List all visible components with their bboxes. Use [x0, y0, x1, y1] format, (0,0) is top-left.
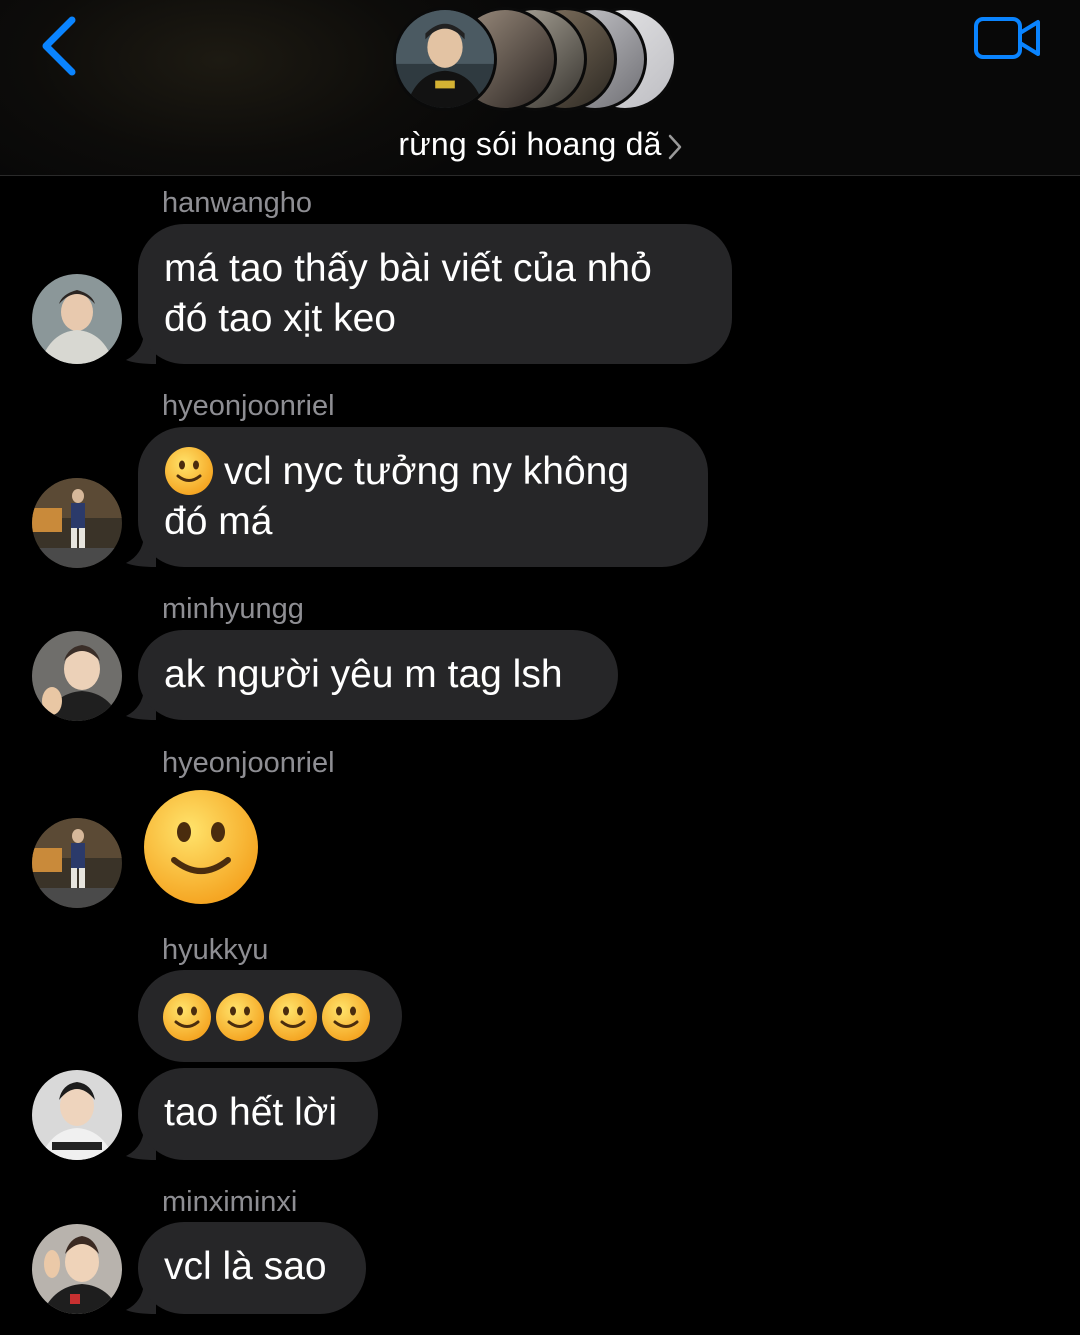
message-text: má tao thấy bài viết của nhỏ — [164, 247, 652, 290]
group-name-button[interactable]: rừng sói hoang dã — [0, 126, 1080, 163]
sender-name: hyeonjoonriel — [162, 747, 335, 779]
message-bubble[interactable]: vcl nyc tưởng ny không đó má — [138, 427, 708, 567]
member-avatar — [393, 7, 497, 111]
message-text: ak người yêu m tag lsh — [164, 653, 563, 696]
slightly-smiling-face-icon[interactable] — [142, 788, 260, 906]
avatar[interactable] — [32, 631, 122, 721]
message-text: tao hết lời — [164, 1091, 338, 1134]
slightly-smiling-face-icon — [216, 992, 264, 1041]
chat-header: rừng sói hoang dã — [0, 0, 1080, 176]
message-bubble[interactable]: vcl là sao — [138, 1222, 366, 1314]
slightly-smiling-face-icon — [163, 992, 211, 1041]
sender-name: hyukkyu — [162, 934, 269, 966]
message-text: đó tao xịt keo — [164, 297, 396, 340]
slightly-smiling-face-icon — [165, 446, 213, 495]
avatar[interactable] — [32, 274, 122, 364]
video-camera-icon[interactable] — [972, 14, 1042, 62]
message-text: vcl nyc tưởng ny không — [224, 450, 630, 493]
sender-name: hanwangho — [162, 187, 312, 219]
sender-name: hyeonjoonriel — [162, 390, 335, 422]
avatar[interactable] — [32, 818, 122, 908]
group-name: rừng sói hoang dã — [398, 126, 662, 162]
message-line: vcl nyc tưởng ny không — [164, 446, 682, 497]
chevron-right-icon — [668, 134, 681, 159]
message-bubble[interactable]: má tao thấy bài viết của nhỏ đó tao xịt … — [138, 224, 732, 364]
slightly-smiling-face-icon — [269, 992, 317, 1041]
sender-name: minximinxi — [162, 1186, 298, 1218]
message-text: vcl là sao — [164, 1245, 327, 1288]
chevron-left-icon[interactable] — [36, 14, 86, 78]
message-bubble[interactable]: ak người yêu m tag lsh — [138, 630, 618, 720]
group-avatar-stack[interactable] — [393, 7, 693, 115]
message-text: đó má — [164, 500, 273, 543]
avatar[interactable] — [32, 1224, 122, 1314]
message-bubble[interactable] — [138, 970, 402, 1062]
slightly-smiling-face-icon — [322, 992, 370, 1041]
sender-name: minhyungg — [162, 593, 304, 625]
message-bubble[interactable]: tao hết lời — [138, 1068, 378, 1160]
avatar[interactable] — [32, 478, 122, 568]
avatar[interactable] — [32, 1070, 122, 1160]
